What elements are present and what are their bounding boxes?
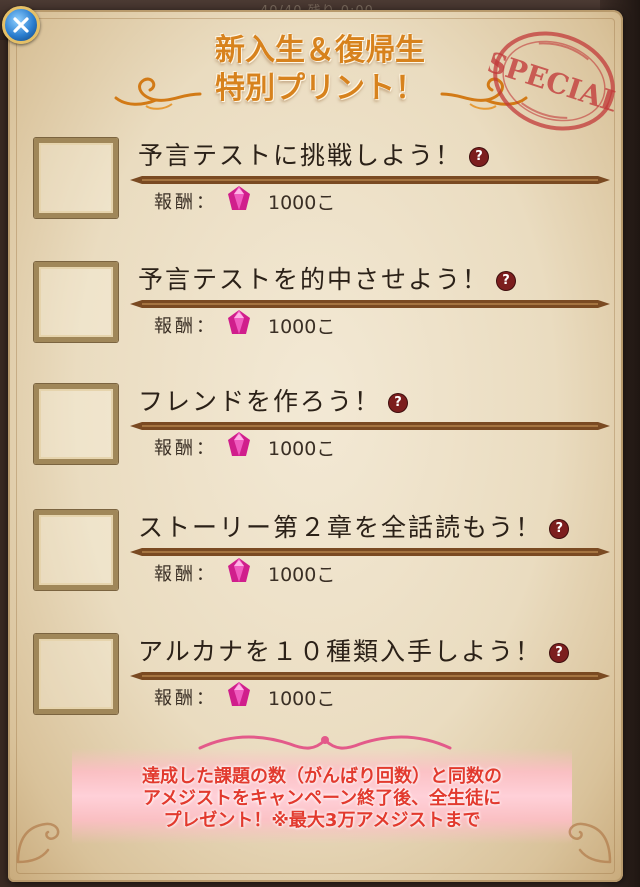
- mission-divider: [130, 672, 610, 680]
- mission-item: ストーリー第２章を全話読もう！? 報酬： 1000こ: [28, 504, 610, 604]
- amethyst-gem-icon: [228, 558, 250, 582]
- reward-amount: 1000こ: [268, 688, 336, 710]
- question-icon[interactable]: ?: [550, 520, 569, 538]
- question-icon[interactable]: ?: [550, 644, 569, 662]
- mission-checkbox: [34, 384, 118, 464]
- mission-title: 予言テストに挑戦しよう！?: [138, 136, 489, 172]
- reward-amount: 1000こ: [268, 438, 336, 460]
- amethyst-gem-icon: [228, 310, 250, 334]
- mission-title: アルカナを１０種類入手しよう！?: [138, 632, 569, 668]
- mission-item: 予言テストを的中させよう！? 報酬： 1000こ: [28, 256, 610, 356]
- amethyst-gem-icon: [228, 432, 250, 456]
- reward-amount: 1000こ: [268, 564, 336, 586]
- reward-label: 報酬：: [154, 688, 217, 709]
- question-icon[interactable]: ?: [470, 148, 489, 166]
- page-title: 新入生＆復帰生 特別プリント！: [190, 32, 450, 108]
- mission-checkbox: [34, 138, 118, 218]
- title-line-1: 新入生＆復帰生: [215, 33, 425, 68]
- amethyst-gem-icon: [228, 682, 250, 706]
- mission-item: フレンドを作ろう！? 報酬： 1000こ: [28, 378, 610, 478]
- mission-checkbox: [34, 634, 118, 714]
- reward-label: 報酬：: [154, 438, 217, 459]
- banner-ornament: [198, 735, 452, 750]
- mission-divider: [130, 422, 610, 430]
- mission-checkbox: [34, 510, 118, 590]
- reward-amount: 1000こ: [268, 316, 336, 338]
- close-x-icon: [13, 17, 29, 33]
- campaign-note-text: 達成した課題の数（がんばり回数）と同数の アメジストをキャンペーン終了後、全生徒…: [72, 766, 572, 832]
- mission-item: 予言テストに挑戦しよう！? 報酬： 1000こ: [28, 132, 610, 232]
- mission-divider: [130, 176, 610, 184]
- mission-divider: [130, 548, 610, 556]
- reward-amount: 1000こ: [268, 192, 336, 214]
- question-icon[interactable]: ?: [389, 394, 408, 412]
- corner-ornament-right: [568, 822, 612, 864]
- close-button[interactable]: [2, 6, 40, 44]
- mission-title: 予言テストを的中させよう！?: [138, 260, 516, 296]
- svg-text:SPECIAL: SPECIAL: [482, 45, 625, 120]
- mission-checkbox: [34, 262, 118, 342]
- reward-label: 報酬：: [154, 192, 217, 213]
- banner-line-2: アメジストをキャンペーン終了後、全生徒に: [142, 788, 502, 809]
- mission-divider: [130, 300, 610, 308]
- mission-title: フレンドを作ろう！?: [138, 382, 408, 418]
- banner-line-3: プレゼント！※最大3万アメジストまで: [163, 810, 481, 831]
- banner-line-1: 達成した課題の数（がんばり回数）と同数の: [142, 766, 502, 787]
- title-flourish-left: [114, 77, 202, 110]
- mission-title: ストーリー第２章を全話読もう！?: [138, 508, 569, 544]
- corner-ornament-left: [16, 822, 60, 864]
- reward-label: 報酬：: [154, 316, 217, 337]
- title-line-2: 特別プリント！: [215, 71, 425, 106]
- amethyst-gem-icon: [228, 186, 250, 210]
- question-icon[interactable]: ?: [497, 272, 516, 290]
- reward-label: 報酬：: [154, 564, 217, 585]
- mission-item: アルカナを１０種類入手しよう！? 報酬： 1000こ: [28, 628, 610, 728]
